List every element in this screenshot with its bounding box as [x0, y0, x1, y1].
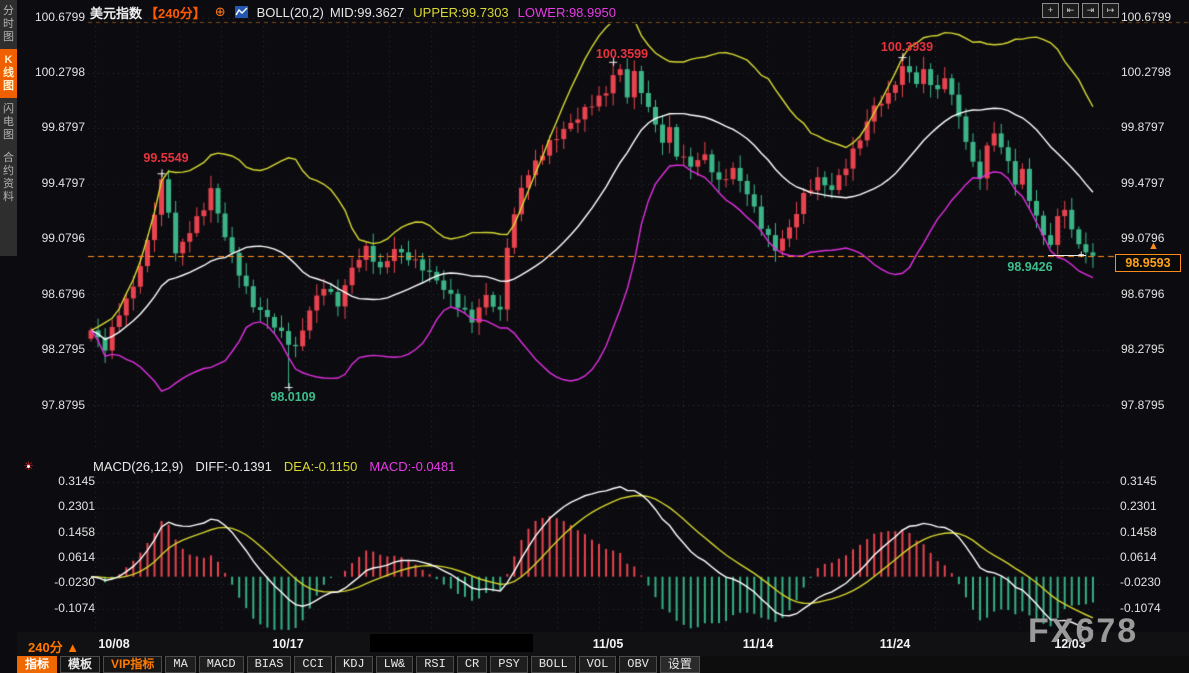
indicator-button-rsi[interactable]: RSI — [416, 656, 454, 673]
boll-mid-value: MID:99.3627 — [330, 5, 404, 20]
vip-indicators-button[interactable]: VIP指标 — [103, 656, 162, 673]
price-tick-left: 98.6796 — [15, 287, 85, 301]
indicator-button-obv[interactable]: OBV — [619, 656, 657, 673]
indicator-button-boll[interactable]: BOLL — [531, 656, 576, 673]
crosshair-tool-icon[interactable]: + — [1042, 3, 1059, 18]
price-tick-left: 100.6799 — [15, 10, 85, 24]
price-tick-right: 98.6796 — [1121, 287, 1189, 301]
time-axis-row: 240分 ▲ 10/08 10/17 11/05 11/14 11/24 12/… — [17, 632, 1189, 656]
scale-right-icon[interactable]: ⇥ — [1082, 3, 1099, 18]
trading-app-window: 分时图 K线图 闪电图 合约资料 美元指数 【240分】 ⊕ BOLL(20,2… — [0, 0, 1189, 673]
price-tick-left: 98.2795 — [15, 342, 85, 356]
macd-tick-left: -0.0230 — [25, 575, 95, 589]
indicator-button-bias[interactable]: BIAS — [247, 656, 292, 673]
indicator-button-cr[interactable]: CR — [457, 656, 487, 673]
boll-indicator-label: BOLL(20,2) — [257, 5, 324, 20]
macd-tick-left: 0.1458 — [25, 525, 95, 539]
price-tick-right: 100.6799 — [1121, 10, 1189, 24]
low-annotation: 98.9426 — [985, 260, 1075, 274]
last-price-box: 98.9593 — [1115, 254, 1181, 272]
price-up-arrow-icon: ▲ — [1148, 240, 1159, 252]
expand-icon[interactable]: ⊕ — [215, 4, 226, 20]
sidebar-item-contract-info[interactable]: 合约资料 — [0, 147, 17, 209]
watermark: FX678 — [1028, 612, 1138, 651]
macd-tick-right: 0.1458 — [1120, 525, 1189, 539]
indicator-toolbar: 指标 模板 VIP指标 MA MACD BIAS CCI KDJ LW& RSI… — [17, 656, 1189, 673]
sidebar-item-flash-chart[interactable]: 闪电图 — [0, 98, 17, 147]
macd-tick-left: 0.0614 — [25, 550, 95, 564]
chart-type-icon[interactable] — [235, 6, 248, 18]
sidebar-item-time-chart[interactable]: 分时图 — [0, 0, 17, 49]
price-tick-left: 99.4797 — [15, 176, 85, 190]
tab-templates[interactable]: 模板 — [60, 656, 100, 673]
price-tick-left: 99.8797 — [15, 120, 85, 134]
time-tick: 10/08 — [92, 637, 136, 651]
pan-right-icon[interactable]: ↦ — [1102, 3, 1119, 18]
macd-header: MACD(26,12,9) DIFF:-0.1391 DEA:-0.1150 M… — [93, 459, 455, 474]
price-tick-right: 97.8795 — [1121, 398, 1189, 412]
macd-value: MACD:-0.0481 — [369, 459, 455, 474]
price-tick-left: 100.2798 — [15, 65, 85, 79]
high-annotation: 100.3599 — [577, 47, 667, 61]
blackout-box — [370, 634, 533, 652]
candlestick-macd-chart-canvas[interactable] — [0, 0, 1189, 673]
indicator-marker-icon[interactable]: ✳ — [22, 460, 35, 473]
tab-indicators[interactable]: 指标 — [17, 656, 57, 673]
time-tick: 11/24 — [873, 637, 917, 651]
scale-left-icon[interactable]: ⇤ — [1062, 3, 1079, 18]
price-tick-right: 98.2795 — [1121, 342, 1189, 356]
low-annotation: 98.0109 — [248, 390, 338, 404]
macd-tick-right: 0.2301 — [1120, 499, 1189, 513]
macd-dea-value: DEA:-0.1150 — [284, 459, 357, 474]
left-sidebar: 分时图 K线图 闪电图 合约资料 — [0, 0, 17, 256]
time-tick: 11/05 — [586, 637, 630, 651]
chart-tools-group: + ⇤ ⇥ ↦ — [1042, 3, 1119, 18]
boll-upper-value: UPPER:99.7303 — [413, 5, 508, 20]
indicator-button-lwr[interactable]: LW& — [376, 656, 414, 673]
macd-tick-right: -0.0230 — [1120, 575, 1189, 589]
indicator-button-psy[interactable]: PSY — [490, 656, 528, 673]
macd-tick-right: 0.0614 — [1120, 550, 1189, 564]
settings-button[interactable]: 设置 — [660, 656, 700, 673]
macd-tick-left: 0.3145 — [25, 474, 95, 488]
period-selector[interactable]: 240分 ▲ — [28, 637, 79, 656]
price-tick-left: 97.8795 — [15, 398, 85, 412]
period-tag: 【240分】 — [145, 3, 206, 22]
price-tick-right: 99.4797 — [1121, 176, 1189, 190]
high-annotation: 100.3939 — [862, 40, 952, 54]
macd-diff-value: DIFF:-0.1391 — [195, 459, 272, 474]
macd-indicator-label: MACD(26,12,9) — [93, 459, 183, 474]
chart-header: 美元指数 【240分】 ⊕ BOLL(20,2) MID:99.3627 UPP… — [90, 3, 616, 21]
indicator-button-vol[interactable]: VOL — [579, 656, 617, 673]
time-tick: 11/14 — [736, 637, 780, 651]
high-annotation: 99.5549 — [121, 151, 211, 165]
macd-tick-left: 0.2301 — [25, 499, 95, 513]
sidebar-item-kline-chart[interactable]: K线图 — [0, 49, 17, 98]
indicator-button-macd[interactable]: MACD — [199, 656, 244, 673]
indicator-button-kdj[interactable]: KDJ — [335, 656, 373, 673]
price-tick-left: 99.0796 — [15, 231, 85, 245]
crosshair-cursor-icon: + — [1078, 249, 1084, 261]
indicator-button-ma[interactable]: MA — [165, 656, 195, 673]
macd-tick-right: 0.3145 — [1120, 474, 1189, 488]
time-tick: 10/17 — [266, 637, 310, 651]
price-tick-right: 100.2798 — [1121, 65, 1189, 79]
boll-lower-value: LOWER:98.9950 — [518, 5, 616, 20]
macd-tick-left: -0.1074 — [25, 601, 95, 615]
symbol-title: 美元指数 — [90, 3, 142, 22]
indicator-button-cci[interactable]: CCI — [294, 656, 332, 673]
price-tick-right: 99.8797 — [1121, 120, 1189, 134]
